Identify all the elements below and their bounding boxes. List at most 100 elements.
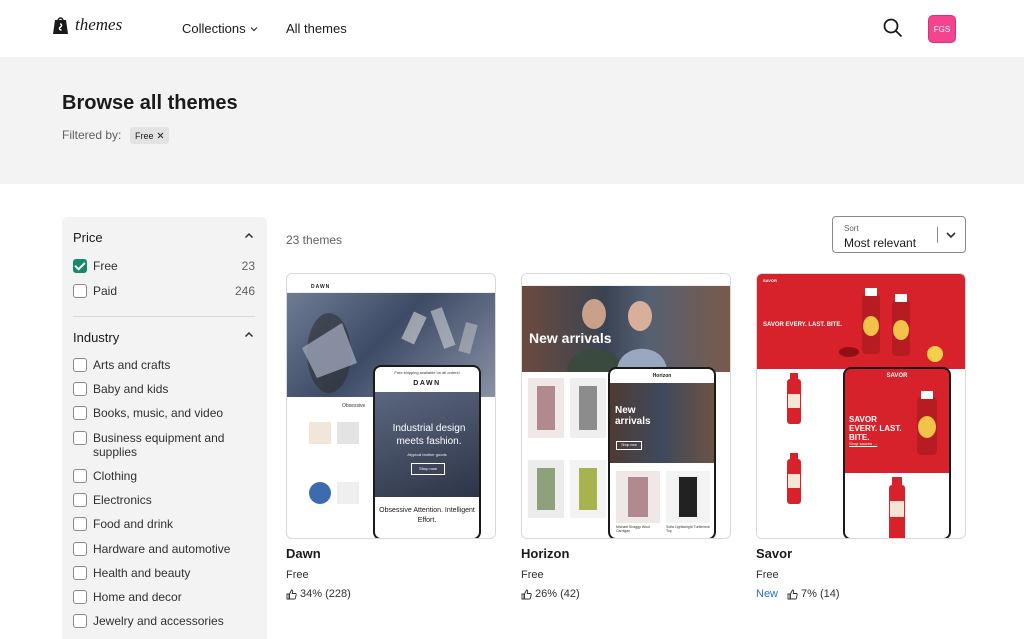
checkbox[interactable] [73, 469, 87, 483]
theme-name[interactable]: Horizon [521, 546, 569, 561]
nav-all-themes[interactable]: All themes [286, 21, 347, 36]
new-badge: New [756, 588, 779, 600]
preview-product-tile [570, 460, 606, 518]
section-divider [73, 316, 255, 317]
preview-mobile-hero: Industrial design meets fashion. Atypica… [375, 392, 479, 497]
shopify-bag-icon [53, 17, 68, 34]
preview-shop-link: Shop sauces → [849, 441, 878, 446]
filter-option-books-music-video[interactable]: Books, music, and video [73, 406, 255, 420]
preview-mobile-hero-text: Industrial design meets fashion. [392, 423, 466, 447]
checkbox[interactable] [73, 358, 87, 372]
preview-hero-text: New arrivals [529, 330, 612, 346]
preview-mobile-product [845, 473, 949, 538]
page-title: Browse all themes [62, 92, 238, 114]
checkbox[interactable] [73, 406, 87, 420]
sort-select[interactable]: Sort Most relevant [832, 216, 966, 253]
filter-option-baby-and-kids[interactable]: Baby and kids [73, 382, 255, 396]
filter-option-paid[interactable]: Paid 246 [73, 284, 255, 298]
preview-product-tile [528, 460, 564, 518]
preview-mobile-hero-sub: Atypical leather goods [407, 452, 447, 457]
nav-collections-label: Collections [182, 21, 246, 36]
filter-option-home-and-decor[interactable]: Home and decor [73, 590, 255, 604]
top-navigation: themes Collections All themes FGS [0, 0, 1024, 57]
preview-desktop-header: DAWN [287, 282, 495, 293]
close-icon[interactable] [157, 132, 164, 139]
filter-option-jewelry-accessories[interactable]: Jewelry and accessories [73, 614, 255, 628]
preview-brand: SAVOR [763, 278, 777, 283]
nav-collections[interactable]: Collections [182, 21, 258, 36]
filter-option-count: 246 [234, 284, 255, 298]
preview-mobile-bottle-art [917, 391, 937, 455]
filter-option-electronics[interactable]: Electronics [73, 493, 255, 507]
results-count: 23 themes [286, 233, 343, 247]
theme-rating: 26% (42) [521, 588, 580, 600]
checkbox[interactable] [73, 590, 87, 604]
checkbox-checked[interactable] [73, 259, 87, 273]
theme-name[interactable]: Savor [756, 546, 792, 561]
theme-name[interactable]: Dawn [286, 546, 321, 561]
theme-rating-text: 7% (14) [801, 588, 840, 600]
preview-products-art [787, 373, 801, 504]
filter-option-label: Paid [93, 284, 118, 298]
preview-product-tile [528, 378, 564, 438]
filter-option-label: Free [93, 259, 118, 273]
preview-product-grid [757, 369, 842, 538]
checkbox[interactable] [73, 517, 87, 531]
filter-option-label: Food and drink [93, 517, 174, 531]
theme-preview-dawn[interactable]: DAWN Obsessive Free shipping available o… [286, 273, 496, 539]
preview-product-tile [616, 471, 660, 523]
filter-option-clothing[interactable]: Clothing [73, 469, 255, 483]
filter-option-health-and-beauty[interactable]: Health and beauty [73, 566, 255, 580]
filter-option-business-equipment[interactable]: Business equipment and supplies [73, 431, 255, 459]
theme-card-savor: SAVOR SAVOR EVERY. LAST. BITE. SAVOR SAV… [756, 273, 966, 600]
shopify-themes-logo[interactable]: themes [52, 15, 122, 35]
theme-preview-horizon[interactable]: New arrivals Horizon New arrivals Shop n… [521, 273, 731, 539]
theme-rating: New 7% (14) [756, 588, 840, 600]
preview-mobile-frame: Horizon New arrivals Shop now Michael Sh… [608, 367, 716, 538]
checkbox[interactable] [73, 542, 87, 556]
chevron-up-icon[interactable] [244, 330, 254, 340]
preview-mobile-hero: New arrivals Shop now [610, 383, 714, 463]
filter-option-label: Electronics [93, 493, 152, 507]
checkbox[interactable] [73, 566, 87, 580]
checkbox[interactable] [73, 614, 87, 628]
user-avatar[interactable]: FGS [928, 15, 956, 43]
preview-mobile-brand: SAVOR [886, 373, 908, 379]
filter-option-label: Baby and kids [93, 382, 169, 396]
preview-desktop-header [522, 274, 730, 286]
filter-chip-label: Free [135, 130, 154, 141]
checkbox[interactable] [73, 493, 87, 507]
filter-option-arts-and-crafts[interactable]: Arts and crafts [73, 358, 255, 372]
filter-option-label: Business equipment and supplies [93, 431, 225, 459]
preview-product-2: Sofia Lightweight Turtleneck Top [666, 525, 710, 533]
preview-product-tile [309, 422, 331, 444]
theme-rating-text: 34% (228) [300, 588, 351, 600]
theme-price: Free [521, 569, 544, 581]
thumbs-up-icon [787, 589, 798, 599]
search-icon[interactable] [882, 17, 904, 39]
checkbox[interactable] [73, 382, 87, 396]
theme-rating-text: 26% (42) [535, 588, 580, 600]
filter-sidebar: Price Free 23 Paid 246 Industry Arts and… [62, 217, 267, 639]
checkbox[interactable] [73, 284, 87, 298]
chevron-up-icon[interactable] [244, 231, 254, 241]
preview-mobile-brand: Horizon [652, 373, 672, 379]
price-section-title[interactable]: Price [73, 230, 103, 245]
page-hero: Browse all themes Filtered by: Free [0, 57, 1024, 184]
theme-card-horizon: New arrivals Horizon New arrivals Shop n… [521, 273, 731, 600]
filter-option-free[interactable]: Free 23 [73, 259, 255, 273]
filter-option-food-and-drink[interactable]: Food and drink [73, 517, 255, 531]
industry-section-title[interactable]: Industry [73, 330, 119, 345]
preview-mobile-hero-text: SAVOR EVERY. LAST. BITE. [849, 415, 902, 442]
checkbox[interactable] [73, 431, 87, 445]
thumbs-up-icon [286, 589, 297, 599]
preview-desktop-sub: Obsessive [342, 403, 366, 409]
preview-mobile-product-art [889, 477, 905, 538]
filter-option-label: Arts and crafts [93, 358, 171, 372]
preview-mobile-footer-text: Obsessive Attention. Intelligent Effort. [379, 507, 475, 524]
sort-label: Sort [844, 224, 859, 233]
theme-preview-savor[interactable]: SAVOR SAVOR EVERY. LAST. BITE. SAVOR SAV… [756, 273, 966, 539]
active-filter-chip[interactable]: Free [130, 127, 169, 144]
filter-option-hardware-automotive[interactable]: Hardware and automotive [73, 542, 255, 556]
preview-mobile-frame: Free shipping available on all orders! D… [373, 365, 481, 538]
